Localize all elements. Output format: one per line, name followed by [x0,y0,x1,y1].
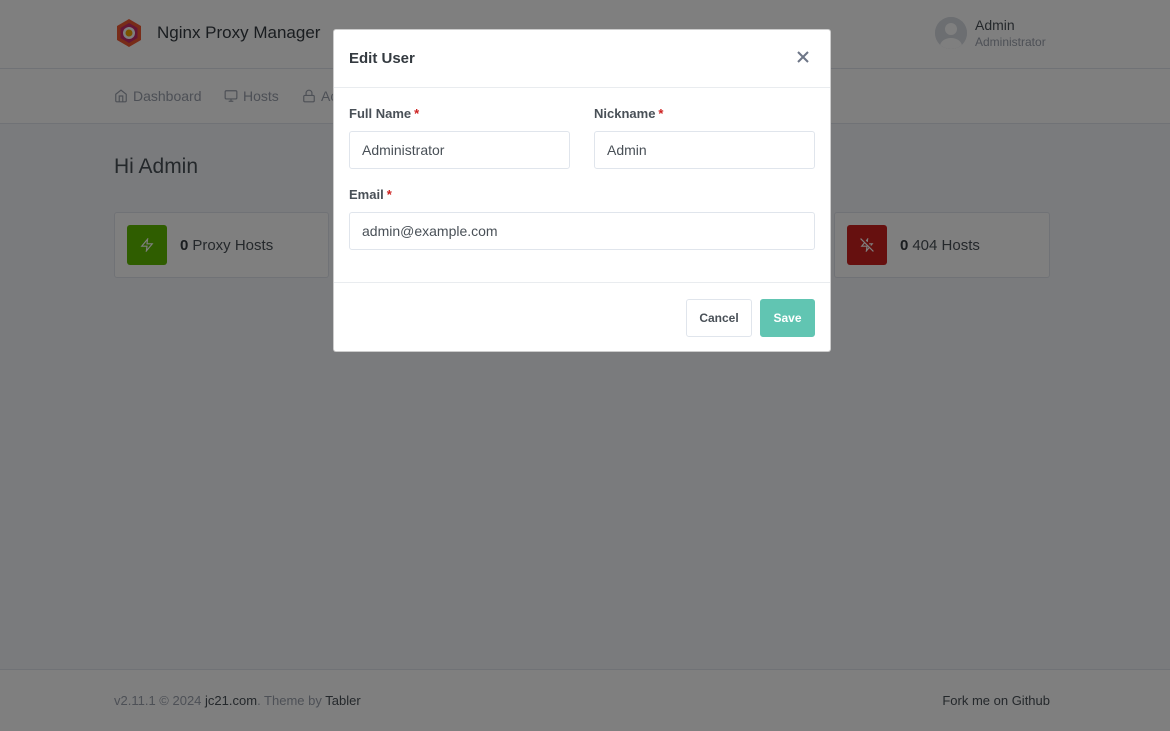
modal-body: Full Name* Nickname* Email* [334,88,830,282]
email-label-text: Email [349,187,384,202]
required-mark: * [386,187,392,202]
close-icon[interactable] [794,48,812,66]
edit-user-modal: Edit User Full Name* Nickname* Email* Ca… [333,29,831,352]
required-mark: * [658,106,664,121]
nickname-label: Nickname * [594,106,663,121]
required-mark: * [414,106,420,121]
nickname-input[interactable] [594,131,815,169]
modal-footer: Cancel Save [334,282,830,352]
full-name-label-text: Full Name [349,106,412,121]
full-name-label: Full Name * [349,106,419,121]
save-button[interactable]: Save [760,299,815,337]
nickname-label-text: Nickname [594,106,656,121]
cancel-button[interactable]: Cancel [686,299,752,337]
email-input[interactable] [349,212,815,250]
email-label: Email * [349,187,392,202]
modal-title: Edit User [349,50,415,67]
modal-header: Edit User [334,30,830,88]
full-name-input[interactable] [349,131,570,169]
